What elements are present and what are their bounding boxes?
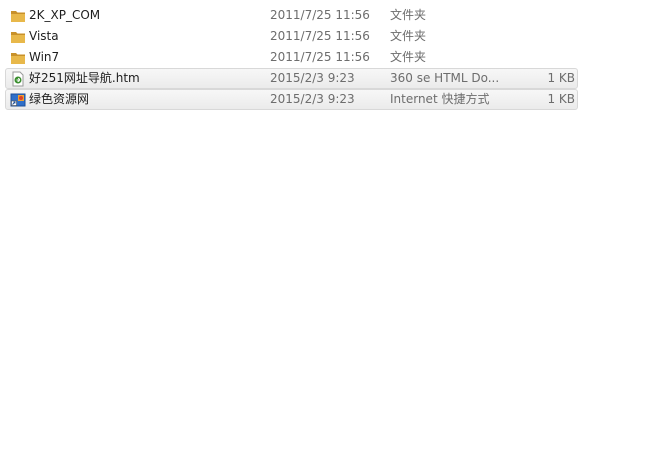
internet-shortcut-icon — [10, 92, 26, 108]
file-row-shortcut[interactable]: 绿色资源网 2015/2/3 9:23 Internet 快捷方式 1 KB — [5, 89, 578, 110]
file-type: 360 se HTML Do... — [390, 71, 500, 85]
file-date: 2015/2/3 9:23 — [270, 92, 355, 106]
file-row-2k-xp-com[interactable]: 2K_XP_COM 2011/7/25 11:56 文件夹 — [5, 5, 578, 26]
file-date: 2015/2/3 9:23 — [270, 71, 355, 85]
file-type: 文件夹 — [390, 29, 427, 43]
file-date: 2011/7/25 11:56 — [270, 29, 370, 43]
file-name: Win7 — [29, 50, 60, 64]
file-size: 1 KB — [547, 71, 575, 85]
file-type: Internet 快捷方式 — [390, 92, 490, 106]
file-type: 文件夹 — [390, 50, 427, 64]
folder-icon — [10, 50, 26, 66]
file-name: 2K_XP_COM — [29, 8, 101, 22]
file-name: Vista — [29, 29, 59, 43]
file-name: 好251网址导航.htm — [29, 71, 140, 85]
file-size — [510, 27, 575, 46]
file-row-html[interactable]: 好251网址导航.htm 2015/2/3 9:23 360 se HTML D… — [5, 68, 578, 89]
file-date: 2011/7/25 11:56 — [270, 8, 370, 22]
folder-icon — [10, 29, 26, 45]
file-date: 2011/7/25 11:56 — [270, 50, 370, 64]
folder-icon — [10, 8, 26, 24]
file-name: 绿色资源网 — [29, 92, 90, 106]
file-row-win7[interactable]: Win7 2011/7/25 11:56 文件夹 — [5, 47, 578, 68]
file-list: 2K_XP_COM 2011/7/25 11:56 文件夹 Vista 2011… — [0, 0, 660, 459]
file-row-vista[interactable]: Vista 2011/7/25 11:56 文件夹 — [5, 26, 578, 47]
file-size: 1 KB — [547, 92, 575, 106]
file-size — [510, 48, 575, 67]
file-size — [510, 6, 575, 25]
html-file-icon — [10, 71, 26, 87]
file-type: 文件夹 — [390, 8, 427, 22]
